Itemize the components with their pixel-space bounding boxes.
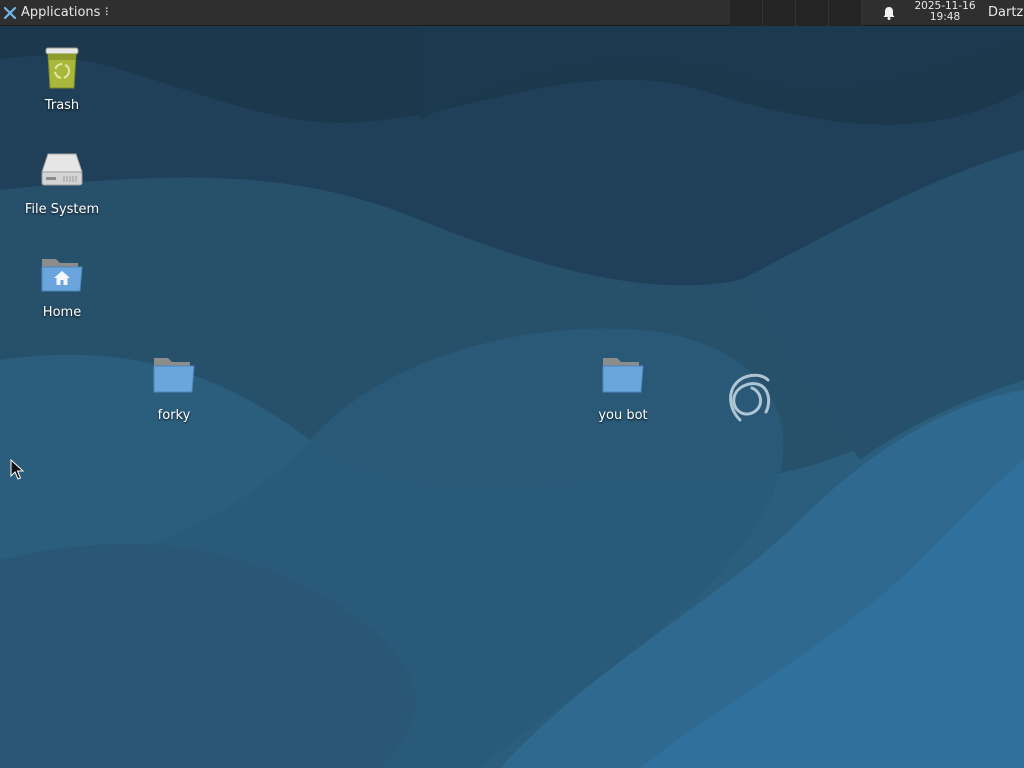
workspace-3[interactable] <box>796 0 829 26</box>
xfce-logo-icon <box>3 6 17 19</box>
clock-time: 19:48 <box>929 11 961 23</box>
user-name: Dartz <box>988 5 1024 20</box>
applications-menu-label: Applications <box>21 5 101 20</box>
home-folder-icon <box>41 259 83 292</box>
desktop-icon-label: Trash <box>44 98 80 113</box>
mouse-pointer-icon <box>10 459 24 480</box>
workspace-switcher[interactable] <box>730 0 862 26</box>
desktop[interactable]: Applications ⠇ 2025-11-16 19:48 Dartz Tr… <box>0 0 1024 768</box>
workspace-2[interactable] <box>763 0 796 26</box>
trash-icon <box>45 47 79 89</box>
user-menu[interactable]: Dartz <box>988 0 1023 25</box>
desktop-icon-label: Home <box>42 305 82 320</box>
desktop-icon-label: you bot <box>598 408 648 423</box>
folder-icon <box>602 358 644 393</box>
panel-handle-icon[interactable]: ⠇ <box>104 6 112 19</box>
desktop-icon-label: forky <box>157 408 191 423</box>
desktop-icon-file-system[interactable]: File System <box>7 148 117 217</box>
desktop-icon-label: File System <box>24 202 100 217</box>
clock[interactable]: 2025-11-16 19:48 <box>905 1 985 23</box>
applications-menu-button[interactable]: Applications ⠇ <box>2 0 112 25</box>
desktop-icon-forky[interactable]: forky <box>119 354 229 423</box>
desktop-icon-you-bot[interactable]: you bot <box>568 354 678 423</box>
desktop-icon-trash[interactable]: Trash <box>7 44 117 113</box>
desktop-icon-home[interactable]: Home <box>7 251 117 320</box>
drive-icon <box>41 153 83 186</box>
workspace-4[interactable] <box>829 0 862 26</box>
top-panel: Applications ⠇ 2025-11-16 19:48 Dartz <box>0 0 1024 26</box>
notification-bell-icon[interactable] <box>881 5 897 21</box>
folder-icon <box>153 358 195 393</box>
workspace-1[interactable] <box>730 0 763 26</box>
